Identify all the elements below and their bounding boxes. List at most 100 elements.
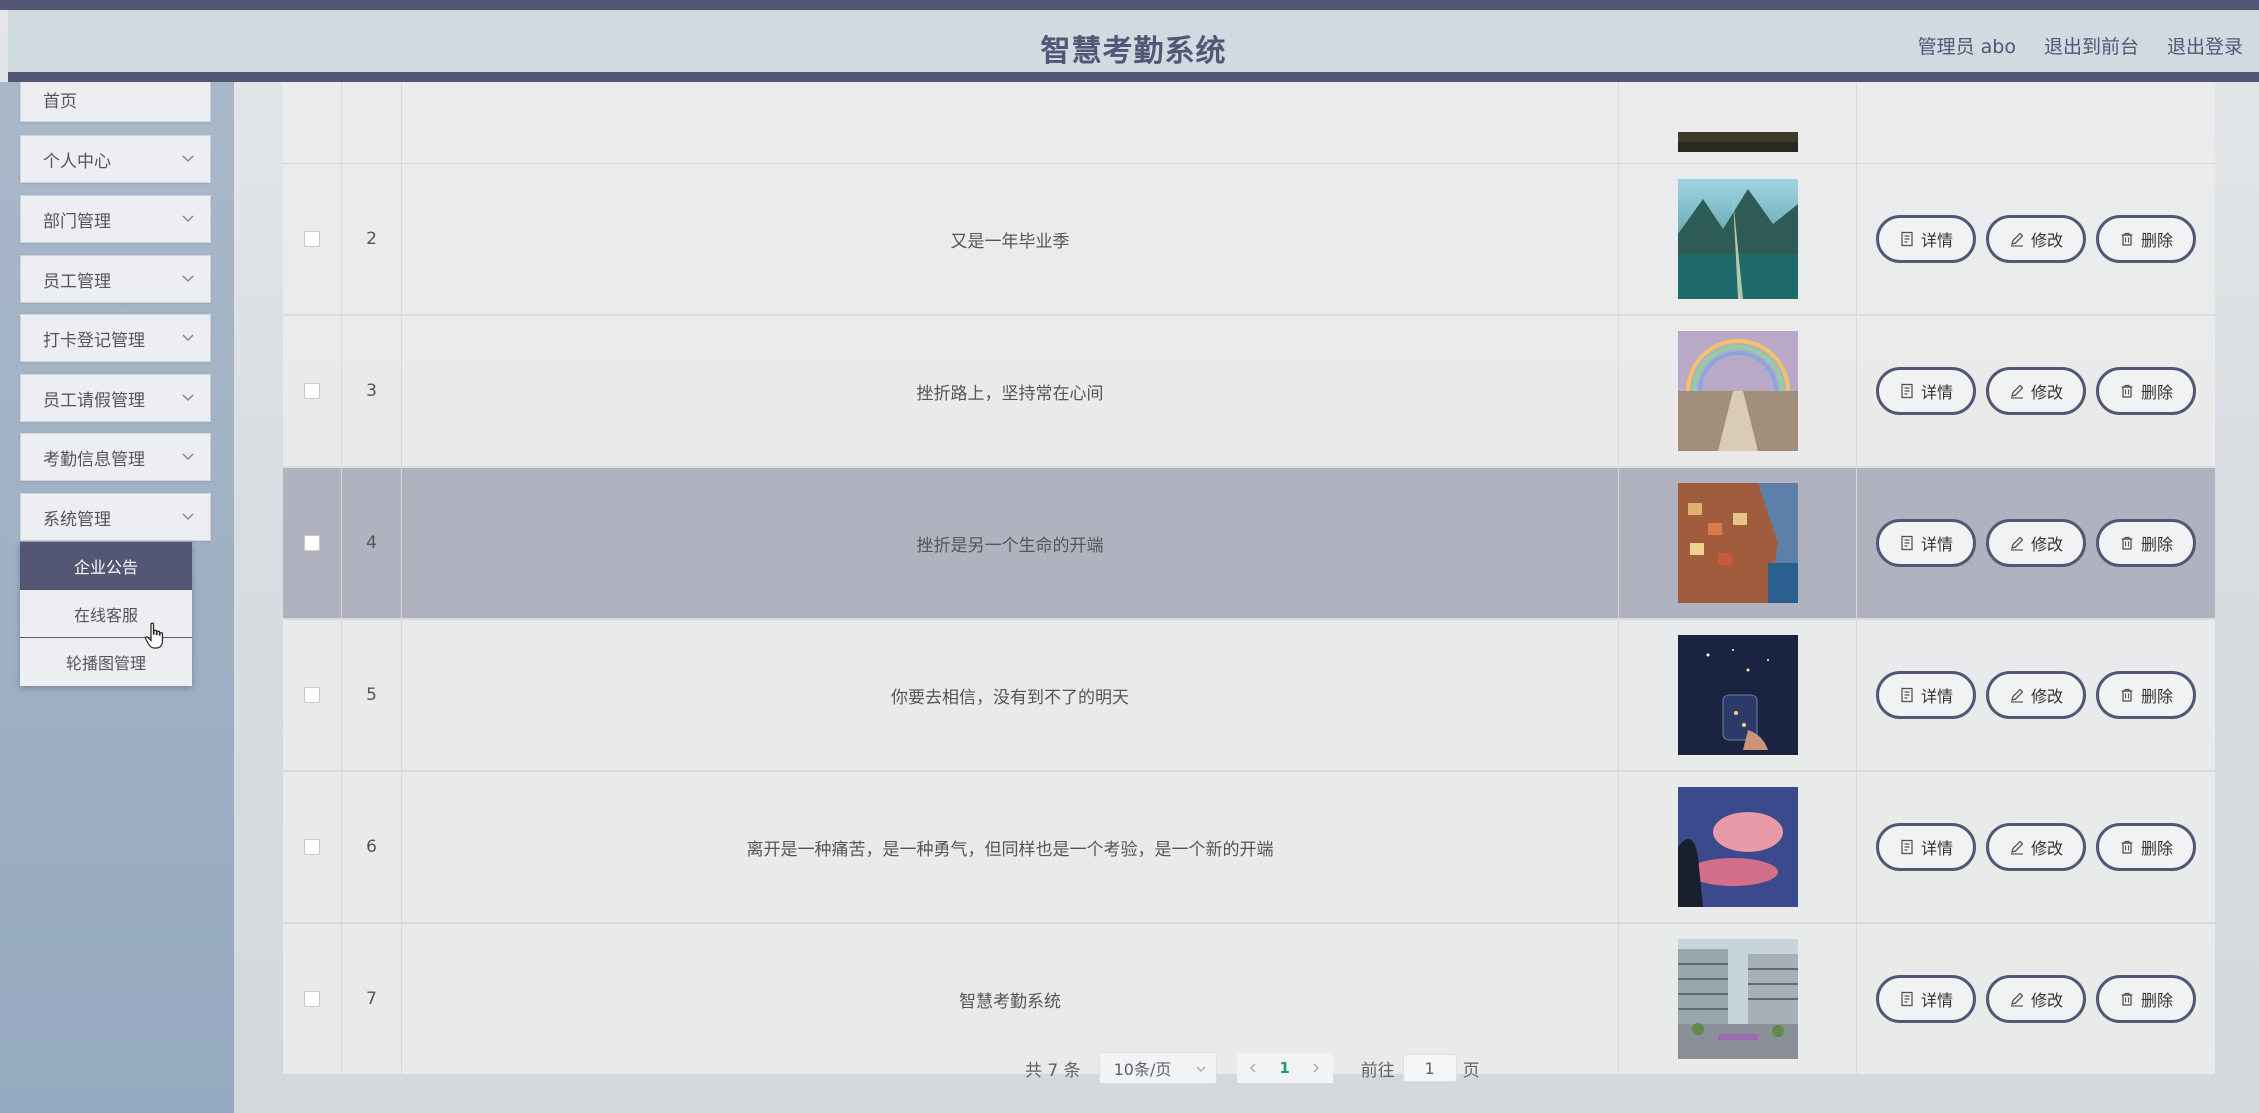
table-row: 4 挫折是另一个生命的开端 详情 修改 删除	[283, 468, 2215, 619]
submenu-item-online-service[interactable]: 在线客服	[20, 590, 192, 638]
detail-button[interactable]: 详情	[1875, 215, 1976, 263]
chevron-down-icon	[182, 275, 194, 283]
edit-button[interactable]: 修改	[1985, 215, 2086, 263]
delete-button[interactable]: 删除	[2096, 215, 2197, 263]
trash-icon	[2121, 840, 2133, 854]
row-checkbox[interactable]	[304, 839, 320, 855]
system-submenu: 企业公告 在线客服 轮播图管理	[20, 542, 192, 686]
detail-button[interactable]: 详情	[1875, 823, 1976, 871]
detail-button[interactable]: 详情	[1875, 519, 1976, 567]
chevron-down-icon	[182, 155, 194, 163]
sidebar-item-label: 员工请假管理	[43, 390, 145, 411]
chevron-down-icon	[182, 215, 194, 223]
row-number: 7	[342, 924, 402, 1074]
edit-button[interactable]: 修改	[1985, 823, 2086, 871]
row-title: 你要去相信，没有到不了的明天	[402, 620, 1619, 770]
row-thumbnail	[1677, 635, 1798, 755]
detail-button[interactable]: 详情	[1875, 367, 1976, 415]
document-icon	[1901, 231, 1913, 247]
row-checkbox[interactable]	[304, 687, 320, 703]
trash-icon	[2121, 384, 2133, 398]
trash-icon	[2121, 688, 2133, 702]
total-count: 共 7 条	[1025, 1060, 1081, 1081]
admin-user-link[interactable]: 管理员 abo	[1918, 32, 2016, 59]
sidebar-item-system[interactable]: 系统管理	[20, 493, 211, 541]
detail-button[interactable]: 详情	[1875, 975, 1976, 1023]
detail-button[interactable]: 详情	[1875, 671, 1976, 719]
header-links: 管理员 abo 退出到前台 退出登录	[1918, 32, 2243, 59]
pagination: 共 7 条 10条/页 1 前往 1 页	[1025, 1052, 1480, 1084]
document-icon	[1901, 839, 1913, 855]
next-page-icon[interactable]	[1310, 1062, 1322, 1074]
sidebar-item-home[interactable]: 首页	[20, 76, 211, 122]
edit-button[interactable]: 修改	[1985, 671, 2086, 719]
trash-icon	[2121, 232, 2133, 246]
table-row: 2 又是一年毕业季 详情 修改 删除	[283, 164, 2215, 315]
trash-icon	[2121, 536, 2133, 550]
row-thumbnail	[1677, 331, 1798, 451]
row-title: 挫折路上，坚持常在心间	[402, 316, 1619, 466]
edit-pencil-icon	[2010, 992, 2024, 1007]
page-suffix: 页	[1462, 1060, 1480, 1081]
edit-button[interactable]: 修改	[1985, 367, 2086, 415]
header: 智慧考勤系统 管理员 abo 退出到前台 退出登录	[8, 10, 2259, 82]
chevron-down-icon	[1196, 1066, 1206, 1072]
row-thumbnail	[1677, 939, 1798, 1059]
current-page[interactable]: 1	[1279, 1059, 1289, 1077]
row-title: 离开是一种痛苦，是一种勇气，但同样也是一个考验，是一个新的开端	[402, 772, 1619, 922]
row-thumbnail	[1677, 483, 1798, 603]
delete-button[interactable]: 删除	[2096, 367, 2197, 415]
submenu-item-notice[interactable]: 企业公告	[20, 542, 192, 590]
logout-link[interactable]: 退出登录	[2167, 32, 2243, 59]
document-icon	[1901, 991, 1913, 1007]
sidebar-item-checkin[interactable]: 打卡登记管理	[20, 314, 211, 362]
row-checkbox[interactable]	[304, 535, 320, 551]
delete-button[interactable]: 删除	[2096, 519, 2197, 567]
row-title: 挫折是另一个生命的开端	[402, 468, 1619, 618]
row-title: 又是一年毕业季	[402, 164, 1619, 314]
document-icon	[1901, 383, 1913, 399]
edit-pencil-icon	[2010, 536, 2024, 551]
top-strip	[0, 0, 2259, 10]
row-thumbnail	[1677, 787, 1798, 907]
hand-cursor-icon	[144, 622, 164, 649]
row-checkbox[interactable]	[304, 383, 320, 399]
row-number: 4	[342, 468, 402, 618]
trash-icon	[2121, 992, 2133, 1006]
goto-page-input[interactable]: 1	[1402, 1054, 1457, 1082]
edit-button[interactable]: 修改	[1985, 519, 2086, 567]
row-checkbox[interactable]	[304, 231, 320, 247]
to-front-link[interactable]: 退出到前台	[2044, 32, 2139, 59]
sidebar-item-label: 打卡登记管理	[43, 330, 145, 351]
table-row: 3 挫折路上，坚持常在心间 详情 修改 删除	[283, 316, 2215, 467]
chevron-down-icon	[182, 334, 194, 342]
sidebar-item-label: 系统管理	[43, 509, 111, 530]
page-size-select[interactable]: 10条/页	[1098, 1052, 1217, 1084]
row-number: 5	[342, 620, 402, 770]
prev-page-icon[interactable]	[1247, 1062, 1259, 1074]
edit-pencil-icon	[2010, 232, 2024, 247]
sidebar-item-label: 员工管理	[43, 271, 111, 292]
sidebar-item-department[interactable]: 部门管理	[20, 195, 211, 243]
sidebar-item-leave[interactable]: 员工请假管理	[20, 374, 211, 422]
edit-button[interactable]: 修改	[1985, 975, 2086, 1023]
document-icon	[1901, 535, 1913, 551]
submenu-item-carousel[interactable]: 轮播图管理	[20, 638, 192, 686]
delete-button[interactable]: 删除	[2096, 823, 2197, 871]
edit-pencil-icon	[2010, 384, 2024, 399]
sidebar-item-label: 考勤信息管理	[43, 449, 145, 470]
row-checkbox[interactable]	[304, 991, 320, 1007]
delete-button[interactable]: 删除	[2096, 975, 2197, 1023]
table-row: 6 离开是一种痛苦，是一种勇气，但同样也是一个考验，是一个新的开端 详情 修改 …	[283, 772, 2215, 923]
sidebar-item-personal-center[interactable]: 个人中心	[20, 135, 211, 183]
edit-pencil-icon	[2010, 688, 2024, 703]
goto-label: 前往	[1360, 1060, 1395, 1081]
chevron-down-icon	[182, 513, 194, 521]
sidebar-item-employee[interactable]: 员工管理	[20, 255, 211, 303]
delete-button[interactable]: 删除	[2096, 671, 2197, 719]
sidebar-item-label: 个人中心	[43, 151, 111, 172]
row-number: 2	[342, 164, 402, 314]
sidebar-item-attendance[interactable]: 考勤信息管理	[20, 433, 211, 481]
row-thumbnail	[1677, 132, 1798, 152]
row-thumbnail	[1677, 179, 1798, 299]
